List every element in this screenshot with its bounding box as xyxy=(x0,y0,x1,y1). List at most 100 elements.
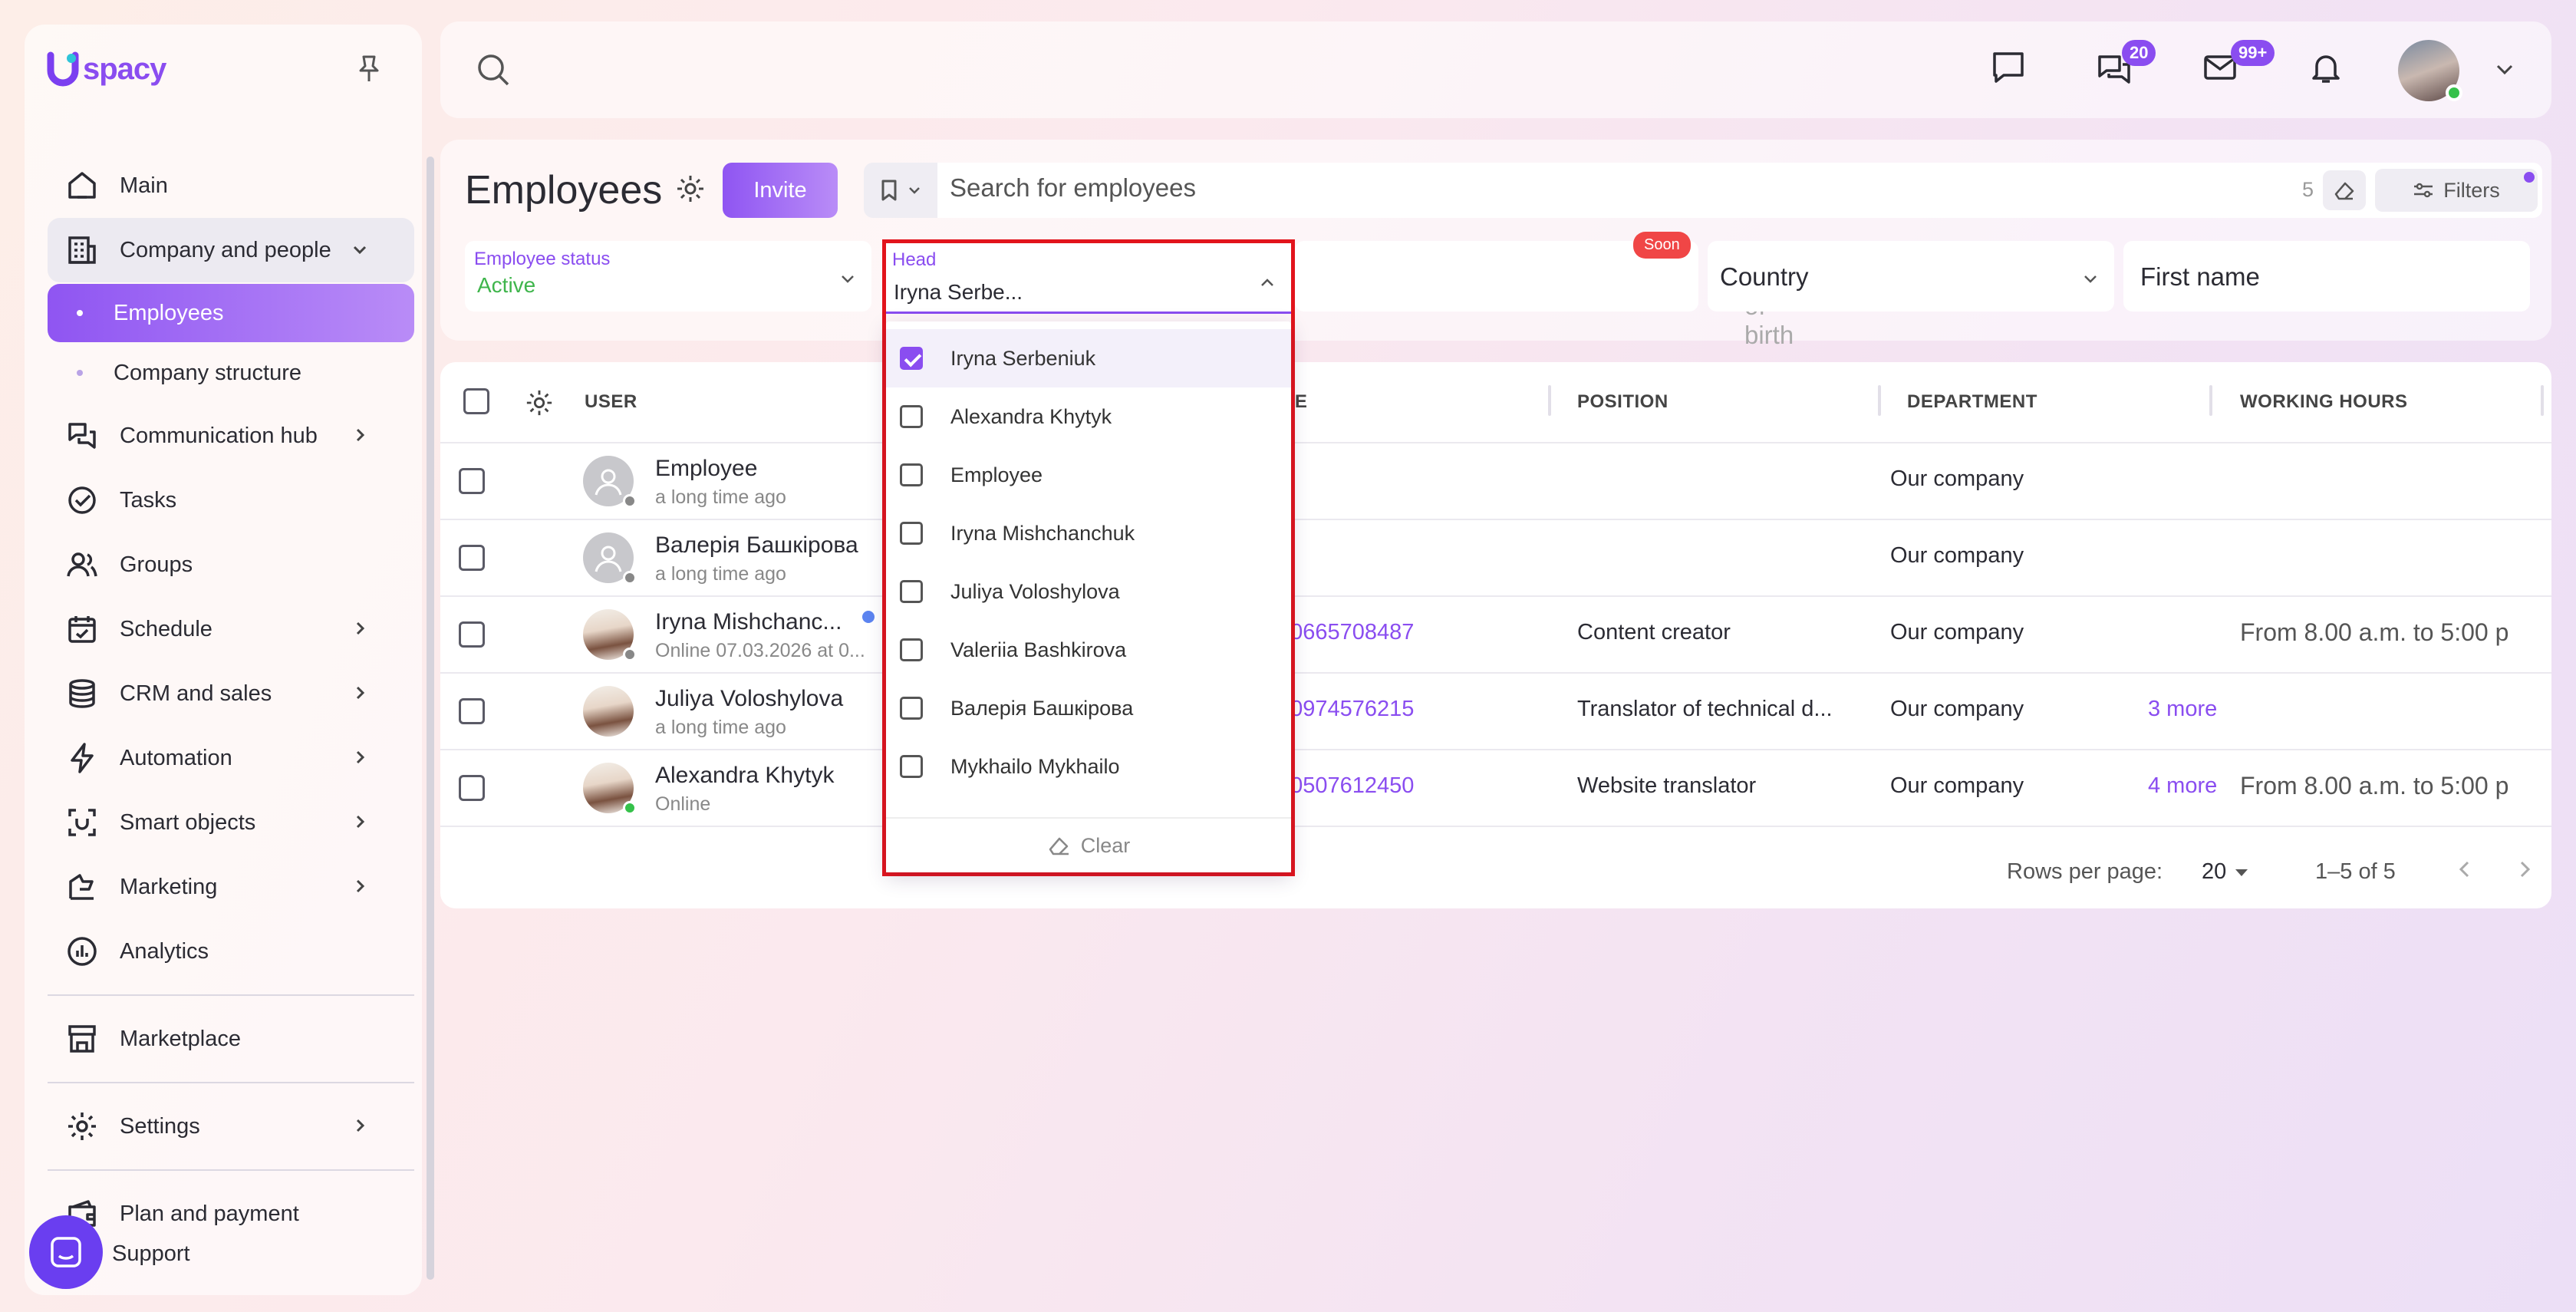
filters-button[interactable]: Filters xyxy=(2375,169,2538,212)
chevron-down-icon xyxy=(838,269,858,288)
option-label: Valeriia Bashkirova xyxy=(950,638,1127,661)
sidebar-scrollbar[interactable] xyxy=(427,157,434,1280)
sidebar-item-label: Settings xyxy=(120,1113,200,1139)
chart-circle-icon xyxy=(63,935,101,968)
gear-icon[interactable] xyxy=(675,173,706,204)
option-checkbox[interactable] xyxy=(900,697,923,720)
sidebar-subitem-employees[interactable]: Employees xyxy=(48,284,414,342)
column-settings-icon[interactable] xyxy=(525,388,554,417)
phone-link[interactable]: 30974576215 xyxy=(1278,697,1414,722)
more-departments-link[interactable]: 3 more xyxy=(2148,697,2217,722)
sidebar-item-smart-objects[interactable]: Smart objects xyxy=(48,790,414,855)
user-name[interactable]: Juliya Voloshylova xyxy=(655,686,843,712)
bell-icon[interactable] xyxy=(2308,49,2344,86)
option-checkbox[interactable] xyxy=(900,347,923,370)
user-name[interactable]: Iryna Mishchanc... xyxy=(655,609,842,635)
row-checkbox[interactable] xyxy=(459,468,485,494)
option-checkbox[interactable] xyxy=(900,638,923,661)
user-name[interactable]: Alexandra Khytyk xyxy=(655,763,834,789)
option-juliya-voloshylova[interactable]: Juliya Voloshylova xyxy=(886,562,1291,621)
column-header-position[interactable]: POSITION xyxy=(1577,391,1668,413)
sidebar-item-marketplace[interactable]: Marketplace xyxy=(48,1007,414,1071)
sidebar-item-settings[interactable]: Settings xyxy=(48,1094,414,1159)
column-header-working-hours[interactable]: WORKING HOURS xyxy=(2240,391,2408,413)
table-row[interactable]: Iryna Mishchanc... Online 07.03.2026 at … xyxy=(440,597,2551,674)
message-icon[interactable] xyxy=(1990,49,2027,86)
first-name-field[interactable]: First name xyxy=(2123,241,2530,312)
store-icon xyxy=(63,1023,101,1055)
search-icon[interactable] xyxy=(476,52,512,89)
employee-status-select[interactable]: Employee status Active xyxy=(465,241,871,312)
search-input[interactable] xyxy=(950,173,2177,203)
sliders-icon xyxy=(2413,181,2434,199)
info-icon[interactable] xyxy=(862,611,875,623)
sidebar-item-plan-and-payment[interactable]: Plan and payment xyxy=(48,1182,414,1246)
option-checkbox[interactable] xyxy=(900,522,923,545)
column-header-department[interactable]: DEPARTMENT xyxy=(1907,391,2037,413)
table-row[interactable]: Валерія Башкірова a long time ago Our co… xyxy=(440,520,2551,597)
table-row[interactable]: Alexandra Khytyk Online 30507612450 Webs… xyxy=(440,750,2551,827)
sidebar-item-communication-hub[interactable]: Communication hub xyxy=(48,404,414,468)
clear-filters-button[interactable] xyxy=(2323,170,2366,210)
row-checkbox[interactable] xyxy=(459,775,485,801)
search-bar: 5 Filters xyxy=(937,163,2542,218)
head-select[interactable]: Head Iryna Serbe... xyxy=(886,243,1291,314)
sidebar-item-marketing[interactable]: Marketing xyxy=(48,855,414,919)
country-select[interactable]: Country xyxy=(1708,241,2114,312)
phone-link[interactable]: 30507612450 xyxy=(1278,773,1414,799)
column-resizer[interactable] xyxy=(2209,385,2212,416)
support-button[interactable] xyxy=(29,1215,103,1289)
column-resizer[interactable] xyxy=(1878,385,1881,416)
sidebar-item-analytics[interactable]: Analytics xyxy=(48,919,414,984)
phone-link[interactable]: 30665708487 xyxy=(1278,620,1414,645)
saved-filters-button[interactable] xyxy=(864,163,937,218)
table-row[interactable]: Employee a long time ago Our company xyxy=(440,443,2551,520)
option-valeriia-bashkirova-cyrillic[interactable]: Валерія Башкірова xyxy=(886,679,1291,737)
sidebar-subitem-company-structure[interactable]: Company structure xyxy=(48,344,414,402)
option-alexandra-khytyk[interactable]: Alexandra Khytyk xyxy=(886,387,1291,446)
chevron-down-icon[interactable] xyxy=(2493,58,2516,81)
sidebar-item-groups[interactable]: Groups xyxy=(48,532,414,597)
clear-button[interactable]: Clear xyxy=(886,817,1291,872)
sidebar-item-crm-and-sales[interactable]: CRM and sales xyxy=(48,661,414,726)
sidebar-item-main[interactable]: Main xyxy=(48,153,414,218)
option-checkbox[interactable] xyxy=(900,580,923,603)
user-name[interactable]: Валерія Башкірова xyxy=(655,532,858,559)
column-resizer[interactable] xyxy=(2541,385,2544,416)
column-resizer[interactable] xyxy=(1548,385,1551,416)
sidebar-item-tasks[interactable]: Tasks xyxy=(48,468,414,532)
support-label[interactable]: Support xyxy=(112,1241,190,1267)
field-value: Active xyxy=(477,273,536,297)
option-label: Alexandra Khytyk xyxy=(950,404,1112,428)
option-checkbox[interactable] xyxy=(900,463,923,486)
option-label: Juliya Voloshylova xyxy=(950,579,1120,603)
row-checkbox[interactable] xyxy=(459,698,485,724)
row-checkbox[interactable] xyxy=(459,545,485,571)
chevron-left-icon[interactable] xyxy=(2453,858,2476,881)
sidebar-item-company-and-people[interactable]: Company and people xyxy=(48,218,414,282)
sidebar-item-label: Plan and payment xyxy=(120,1201,299,1226)
row-checkbox[interactable] xyxy=(459,621,485,648)
rows-per-page-select[interactable]: 20 xyxy=(2202,859,2249,885)
chevron-down-icon xyxy=(2080,269,2100,288)
user-last-seen: Online xyxy=(655,793,711,815)
option-employee[interactable]: Employee xyxy=(886,446,1291,504)
pin-icon[interactable] xyxy=(356,54,382,84)
option-mykhailo-mykhailo[interactable]: Mykhailo Mykhailo xyxy=(886,737,1291,796)
user-name[interactable]: Employee xyxy=(655,456,757,482)
table-row[interactable]: Juliya Voloshylova a long time ago 30974… xyxy=(440,674,2551,750)
option-valeriia-bashkirova[interactable]: Valeriia Bashkirova xyxy=(886,621,1291,679)
option-iryna-mishchanchuk[interactable]: Iryna Mishchanchuk xyxy=(886,504,1291,562)
column-header-user[interactable]: USER xyxy=(585,391,637,413)
chevron-right-icon[interactable] xyxy=(2513,858,2536,881)
invite-button[interactable]: Invite xyxy=(723,163,838,218)
select-all-checkbox[interactable] xyxy=(463,388,489,414)
option-label: Mykhailo Mykhailo xyxy=(950,754,1120,778)
logo[interactable]: spacy xyxy=(46,51,166,87)
option-checkbox[interactable] xyxy=(900,405,923,428)
sidebar-item-schedule[interactable]: Schedule xyxy=(48,597,414,661)
sidebar-item-automation[interactable]: Automation xyxy=(48,726,414,790)
option-checkbox[interactable] xyxy=(900,755,923,778)
more-departments-link[interactable]: 4 more xyxy=(2148,773,2217,799)
option-iryna-serbeniuk[interactable]: Iryna Serbeniuk xyxy=(886,329,1291,387)
